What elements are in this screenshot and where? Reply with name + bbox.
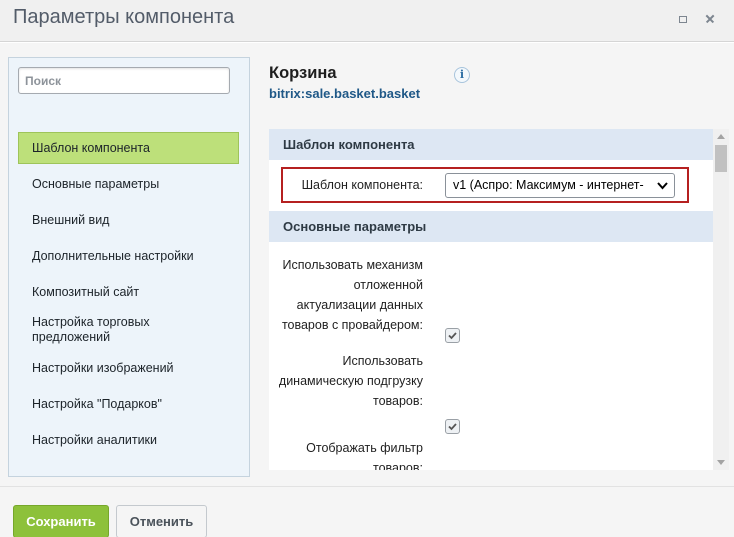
section-header-template: Шаблон компонента: [269, 129, 713, 160]
search-input[interactable]: [18, 67, 230, 94]
dialog-titlebar: Параметры компонента: [0, 0, 734, 42]
main-panel: Корзина bitrix:sale.basket.basket i Шабл…: [269, 43, 730, 486]
chevron-down-icon: [657, 182, 668, 190]
dialog-body: Шаблон компонента Основные параметры Вне…: [0, 43, 734, 486]
param-label-show-filter: Отображать фильтр товаров:: [306, 441, 423, 470]
sidebar-item-main-params[interactable]: Основные параметры: [18, 168, 239, 200]
param-label-deferred-update: Использовать механизм отложенной актуали…: [281, 258, 423, 332]
scroll-thumb[interactable]: [715, 145, 727, 172]
sidebar-item-appearance[interactable]: Внешний вид: [18, 204, 239, 236]
template-select-value: v1 (Аспро: Максимум - интернет-: [453, 178, 644, 192]
scroll-up-icon[interactable]: [717, 134, 725, 139]
close-icon[interactable]: [703, 12, 717, 26]
sidebar: Шаблон компонента Основные параметры Вне…: [8, 57, 250, 477]
sidebar-item-template[interactable]: Шаблон компонента: [18, 132, 239, 164]
params-panel: Шаблон компонента Шаблон компонента: v1 …: [269, 129, 713, 470]
sidebar-item-label: Настройки аналитики: [32, 432, 158, 447]
check-icon: [448, 332, 457, 340]
sidebar-item-label: Настройки изображений: [32, 360, 174, 375]
dialog-title: Параметры компонента: [13, 6, 235, 28]
sidebar-item-gifts[interactable]: Настройка "Подарков": [18, 388, 239, 420]
sidebar-item-label: Основные параметры: [32, 176, 160, 191]
sidebar-item-images[interactable]: Настройки изображений: [18, 352, 239, 384]
sidebar-item-label: Настройка торговых предложений: [32, 315, 150, 344]
cancel-button[interactable]: Отменить: [116, 505, 207, 537]
check-icon: [448, 423, 457, 431]
component-name: Корзина: [269, 64, 337, 82]
scroll-down-icon[interactable]: [717, 460, 725, 465]
param-label-dynamic-loading: Использовать динамическую подгрузку това…: [278, 354, 423, 408]
sidebar-item-offers[interactable]: Настройка торговых предложений: [18, 312, 239, 348]
sidebar-item-label: Композитный сайт: [32, 284, 140, 299]
sidebar-item-label: Внешний вид: [32, 212, 110, 227]
sidebar-nav: Шаблон компонента Основные параметры Вне…: [18, 132, 239, 460]
checkbox-deferred-update[interactable]: [445, 328, 460, 343]
sidebar-item-label: Шаблон компонента: [32, 140, 150, 155]
component-id: bitrix:sale.basket.basket: [269, 86, 421, 101]
info-icon[interactable]: i: [454, 67, 470, 83]
dialog-footer: Сохранить Отменить: [0, 486, 734, 537]
save-button[interactable]: Сохранить: [13, 505, 109, 537]
checkbox-dynamic-loading[interactable]: [445, 419, 460, 434]
sidebar-item-label: Дополнительные настройки: [32, 248, 194, 263]
sidebar-item-composite[interactable]: Композитный сайт: [18, 276, 239, 308]
params-scrollbar[interactable]: [713, 129, 729, 470]
maximize-icon[interactable]: [676, 12, 690, 26]
sidebar-item-additional[interactable]: Дополнительные настройки: [18, 240, 239, 272]
template-field-label: Шаблон компонента:: [301, 178, 423, 192]
sidebar-item-analytics[interactable]: Настройки аналитики: [18, 424, 239, 456]
sidebar-item-label: Настройка "Подарков": [32, 396, 162, 411]
section-header-main-params: Основные параметры: [269, 211, 713, 242]
template-select[interactable]: v1 (Аспро: Максимум - интернет-: [445, 173, 675, 198]
